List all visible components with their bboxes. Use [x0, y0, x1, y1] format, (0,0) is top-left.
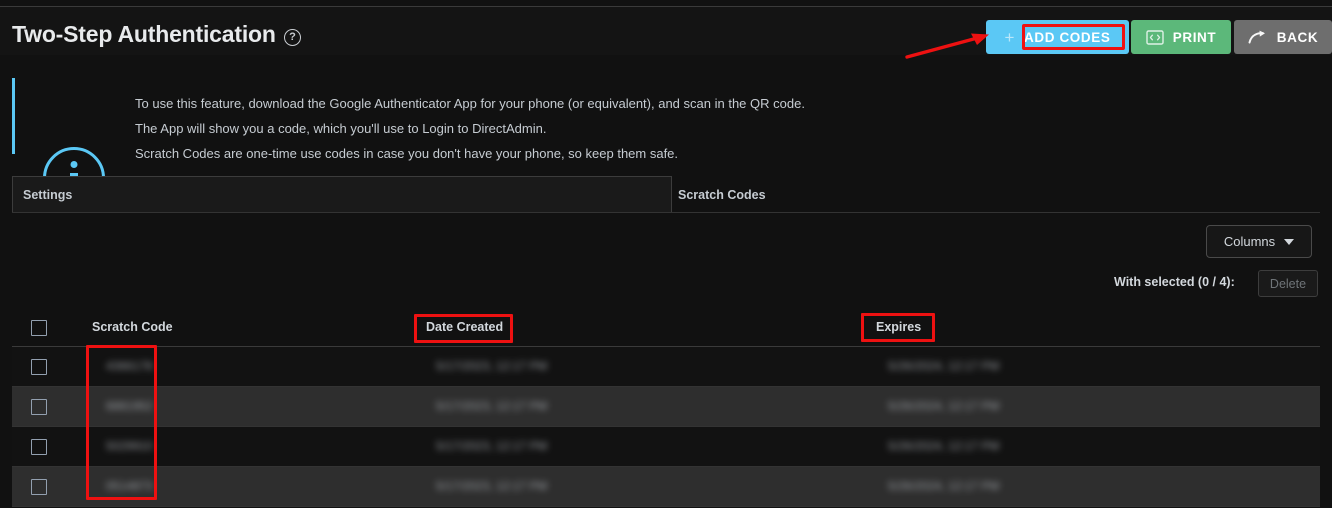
column-header-scratch-code[interactable]: Scratch Code — [92, 320, 173, 334]
table-row[interactable]: 4366178 5/17/2023, 12:17 PM 5/26/2024, 1… — [12, 347, 1320, 387]
cell-expires: 5/26/2024, 12:17 PM — [888, 399, 1000, 413]
info-line-3: Scratch Codes are one-time use codes in … — [135, 146, 679, 161]
delete-label: Delete — [1269, 276, 1307, 291]
add-codes-label: ADD CODES — [1024, 29, 1111, 45]
table-row[interactable]: 5029910 5/17/2023, 12:17 PM 5/26/2024, 1… — [12, 427, 1320, 467]
select-all-checkbox[interactable] — [31, 320, 47, 336]
row-checkbox[interactable] — [31, 479, 47, 495]
info-panel: To use this feature, download the Google… — [0, 63, 1332, 209]
cell-expires: 5/26/2024, 12:17 PM — [888, 359, 1000, 373]
info-accent-bar — [12, 78, 15, 154]
arrow-back-icon — [1248, 30, 1268, 44]
plus-icon: + — [1004, 27, 1016, 47]
column-header-date-created[interactable]: Date Created — [426, 320, 503, 334]
cell-date-created: 5/17/2023, 12:17 PM — [436, 359, 548, 373]
tab-scratch-codes-label: Scratch Codes — [678, 187, 766, 202]
print-button[interactable]: PRINT — [1131, 20, 1231, 54]
print-code-icon — [1146, 29, 1164, 45]
table-header-row: Scratch Code Date Created Expires — [12, 310, 1320, 347]
row-checkbox[interactable] — [31, 399, 47, 415]
column-header-expires[interactable]: Expires — [876, 320, 921, 334]
two-step-authentication-page: Two-Step Authentication ? + ADD CODES PR… — [0, 0, 1332, 508]
row-checkbox[interactable] — [31, 359, 47, 375]
cell-scratch-code: 0514873 — [106, 479, 153, 493]
page-title: Two-Step Authentication — [12, 21, 276, 47]
tab-scratch-codes[interactable]: Scratch Codes — [678, 176, 878, 213]
print-label: PRINT — [1172, 29, 1217, 45]
back-label: BACK — [1276, 29, 1319, 45]
question-circle-icon[interactable]: ? — [284, 29, 301, 46]
columns-dropdown[interactable]: Columns — [1206, 225, 1312, 258]
tab-bottom-divider — [12, 212, 1320, 213]
delete-button[interactable]: Delete — [1258, 270, 1318, 297]
table-row[interactable]: 0514873 5/17/2023, 12:17 PM 5/26/2024, 1… — [12, 467, 1320, 507]
tab-settings[interactable]: Settings — [12, 176, 672, 213]
cell-expires: 5/26/2024, 12:17 PM — [888, 439, 1000, 453]
info-line-2: The App will show you a code, which you'… — [135, 121, 547, 136]
with-selected-label: With selected (0 / 4): — [1114, 275, 1235, 289]
cell-expires: 5/26/2024, 12:17 PM — [888, 479, 1000, 493]
page-header: Two-Step Authentication ? + ADD CODES PR… — [0, 7, 1332, 59]
cell-date-created: 5/17/2023, 12:17 PM — [436, 399, 548, 413]
scratch-codes-table: Scratch Code Date Created Expires 436617… — [12, 310, 1320, 507]
cell-scratch-code: 5029910 — [106, 439, 153, 453]
table-row[interactable]: 6881952 5/17/2023, 12:17 PM 5/26/2024, 1… — [12, 387, 1320, 427]
cell-scratch-code: 6881952 — [106, 399, 153, 413]
cell-date-created: 5/17/2023, 12:17 PM — [436, 439, 548, 453]
cell-scratch-code: 4366178 — [106, 359, 153, 373]
row-checkbox[interactable] — [31, 439, 47, 455]
tab-settings-label: Settings — [23, 187, 73, 202]
chevron-down-icon — [1284, 238, 1295, 245]
info-text-block: To use this feature, download the Google… — [135, 91, 805, 166]
add-codes-button[interactable]: + ADD CODES — [986, 20, 1129, 54]
tab-bar: Settings Scratch Codes — [0, 176, 1332, 213]
columns-label: Columns — [1223, 234, 1276, 249]
info-line-1: To use this feature, download the Google… — [135, 96, 805, 111]
cell-date-created: 5/17/2023, 12:17 PM — [436, 479, 548, 493]
back-button[interactable]: BACK — [1234, 20, 1332, 54]
